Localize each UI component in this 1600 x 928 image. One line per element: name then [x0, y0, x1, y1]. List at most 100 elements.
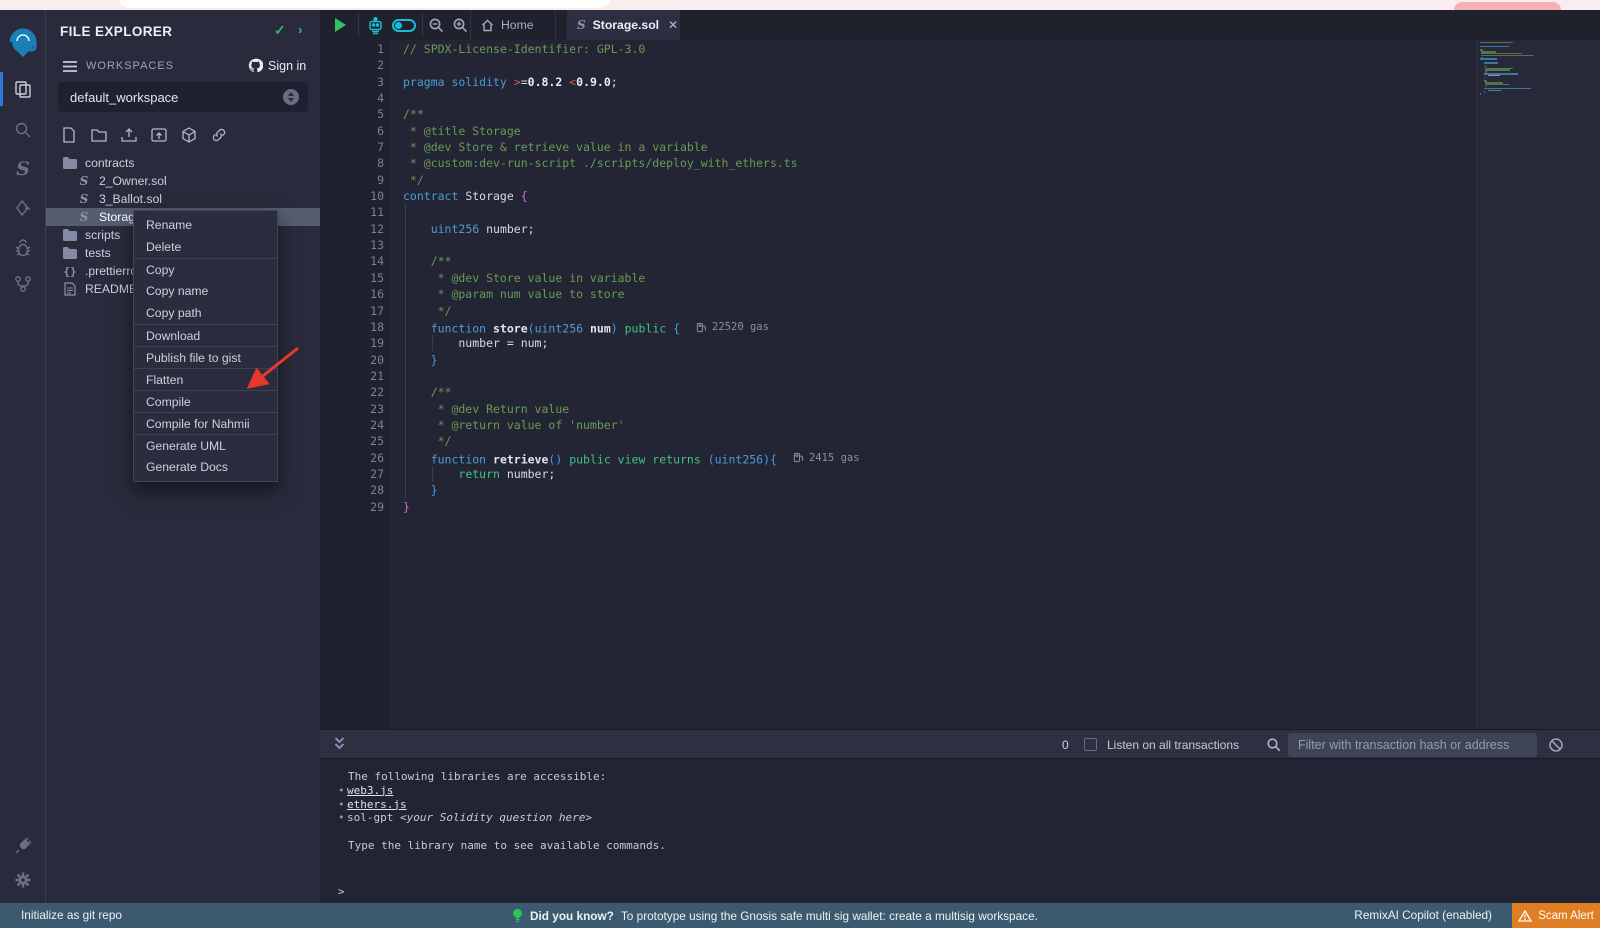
context-menu-item-compile[interactable]: Compile: [134, 390, 277, 412]
library-link[interactable]: ethers.js: [347, 798, 407, 811]
line-number: 5: [320, 106, 384, 122]
gas-estimate: 22520 gas: [696, 319, 769, 335]
copilot-toggle[interactable]: [392, 19, 416, 32]
import-link-icon[interactable]: [210, 126, 228, 144]
scam-alert-label: Scam Alert: [1538, 910, 1594, 922]
code-text: [384, 237, 403, 253]
file-explorer-icon[interactable]: [0, 71, 46, 107]
terminal-line: •web3.js: [338, 784, 666, 798]
line-number: 13: [320, 237, 384, 253]
chevron-right-icon[interactable]: ›: [298, 22, 302, 37]
zoom-in-icon[interactable]: [452, 17, 469, 39]
code-line-6: 6 * @title Storage: [320, 123, 1476, 139]
code-text: * @dev Store value in variable: [384, 270, 645, 286]
context-menu-item-generate-uml[interactable]: Generate UML: [134, 434, 277, 456]
line-number: 24: [320, 417, 384, 433]
code-line-27: 27 return number;: [320, 466, 1476, 482]
line-number: 1: [320, 41, 384, 57]
code-text: [384, 368, 403, 384]
context-menu-item-download[interactable]: Download: [134, 324, 277, 346]
new-file-icon[interactable]: [60, 126, 78, 144]
minimap-line: [1480, 93, 1481, 94]
minimap-line: [1485, 69, 1511, 70]
editor-tabbar: Home S Storage.sol ✕: [320, 10, 1600, 40]
browser-chrome-strip: [0, 0, 1600, 10]
solidity-compiler-icon[interactable]: S: [0, 151, 46, 187]
upload-folder-icon[interactable]: [150, 126, 168, 144]
clear-console-icon[interactable]: [1548, 737, 1564, 758]
terminal-prompt[interactable]: >: [338, 885, 345, 898]
git-init-button[interactable]: Initialize as git repo: [21, 908, 122, 922]
transaction-filter-input[interactable]: [1288, 733, 1537, 757]
context-menu-item-copy-path[interactable]: Copy path: [134, 302, 277, 324]
git-icon[interactable]: [0, 266, 46, 302]
workspaces-menu-icon[interactable]: [62, 60, 78, 78]
minimap-line: [1488, 90, 1501, 91]
code-text: /**: [384, 253, 451, 269]
context-menu-item-generate-docs[interactable]: Generate Docs: [134, 456, 277, 478]
icon-rail: S: [0, 10, 46, 928]
code-text: function retrieve() public view returns …: [384, 450, 860, 466]
file-context-menu: RenameDeleteCopyCopy nameCopy pathDownlo…: [133, 210, 278, 482]
collapse-terminal-icon[interactable]: [333, 734, 346, 759]
load-cube-icon[interactable]: [180, 126, 198, 144]
search-icon[interactable]: [0, 112, 46, 148]
line-number: 6: [320, 123, 384, 139]
code-editor[interactable]: 1// SPDX-License-Identifier: GPL-3.023pr…: [320, 40, 1600, 759]
remix-logo-icon[interactable]: [7, 28, 39, 60]
file-tree-item-3-ballot-sol[interactable]: S3_Ballot.sol: [46, 190, 320, 208]
tab-storage-sol[interactable]: S Storage.sol ✕: [567, 10, 680, 40]
line-number: 20: [320, 352, 384, 368]
copilot-status[interactable]: RemixAI Copilot (enabled): [1354, 908, 1492, 922]
file-label: tests: [85, 246, 111, 260]
code-text: */: [384, 303, 451, 319]
code-line-29: 29}: [320, 499, 1476, 515]
deploy-run-icon[interactable]: [0, 191, 46, 227]
context-menu-item-compile-for-nahmii[interactable]: Compile for Nahmii: [134, 412, 277, 434]
context-menu-item-copy[interactable]: Copy: [134, 258, 277, 280]
plugin-manager-icon[interactable]: [0, 828, 46, 864]
zoom-out-icon[interactable]: [428, 17, 445, 39]
tab-home[interactable]: Home: [470, 10, 556, 40]
upload-file-icon[interactable]: [120, 126, 138, 144]
new-folder-icon[interactable]: [90, 126, 108, 144]
did-you-know-tip: Did you know? To prototype using the Gno…: [512, 908, 1038, 923]
transaction-count-badge: 0: [1062, 738, 1069, 752]
settings-gear-icon[interactable]: [0, 862, 46, 898]
code-line-28: 28 }: [320, 482, 1476, 498]
code-line-10: 10contract Storage {: [320, 188, 1476, 204]
tip-title: Did you know?: [530, 909, 614, 923]
terminal-line: Type the library name to see available c…: [338, 839, 666, 853]
workspace-select-caret-icon: [283, 89, 299, 105]
line-number: 12: [320, 221, 384, 237]
context-menu-item-rename[interactable]: Rename: [134, 214, 277, 236]
debugger-icon[interactable]: [0, 231, 46, 267]
scam-alert-button[interactable]: Scam Alert: [1512, 903, 1600, 928]
ai-assistant-icon[interactable]: [366, 16, 385, 40]
code-text: * @dev Return value: [384, 401, 569, 417]
context-menu-item-flatten[interactable]: Flatten: [134, 368, 277, 390]
code-text: /**: [384, 106, 424, 122]
context-menu-item-copy-name[interactable]: Copy name: [134, 280, 277, 302]
line-number: 2: [320, 57, 384, 73]
workspaces-label: WORKSPACES: [86, 60, 174, 72]
context-menu-item-delete[interactable]: Delete: [134, 236, 277, 258]
terminal-output[interactable]: The following libraries are accessible:•…: [320, 759, 1600, 903]
code-line-12: 12 uint256 number;: [320, 221, 1476, 237]
file-tree-item-2-owner-sol[interactable]: S2_Owner.sol: [46, 172, 320, 190]
workspace-select[interactable]: default_workspace: [58, 82, 308, 112]
sol-icon: S: [76, 210, 92, 224]
library-link[interactable]: web3.js: [347, 784, 393, 797]
close-tab-icon[interactable]: ✕: [668, 18, 678, 32]
file-tree-item-contracts[interactable]: contracts: [46, 154, 320, 172]
code-text: return number;: [384, 466, 555, 482]
code-text: }: [384, 352, 438, 368]
code-line-26: 26 function retrieve() public view retur…: [320, 450, 1476, 466]
sign-in-button[interactable]: Sign in: [248, 58, 306, 73]
context-menu-item-publish-file-to-gist[interactable]: Publish file to gist: [134, 346, 277, 368]
code-text: }: [384, 482, 438, 498]
run-script-button[interactable]: [335, 18, 346, 32]
listen-transactions-checkbox[interactable]: [1084, 738, 1097, 751]
code-text: [384, 57, 403, 73]
minimap[interactable]: [1476, 40, 1600, 759]
